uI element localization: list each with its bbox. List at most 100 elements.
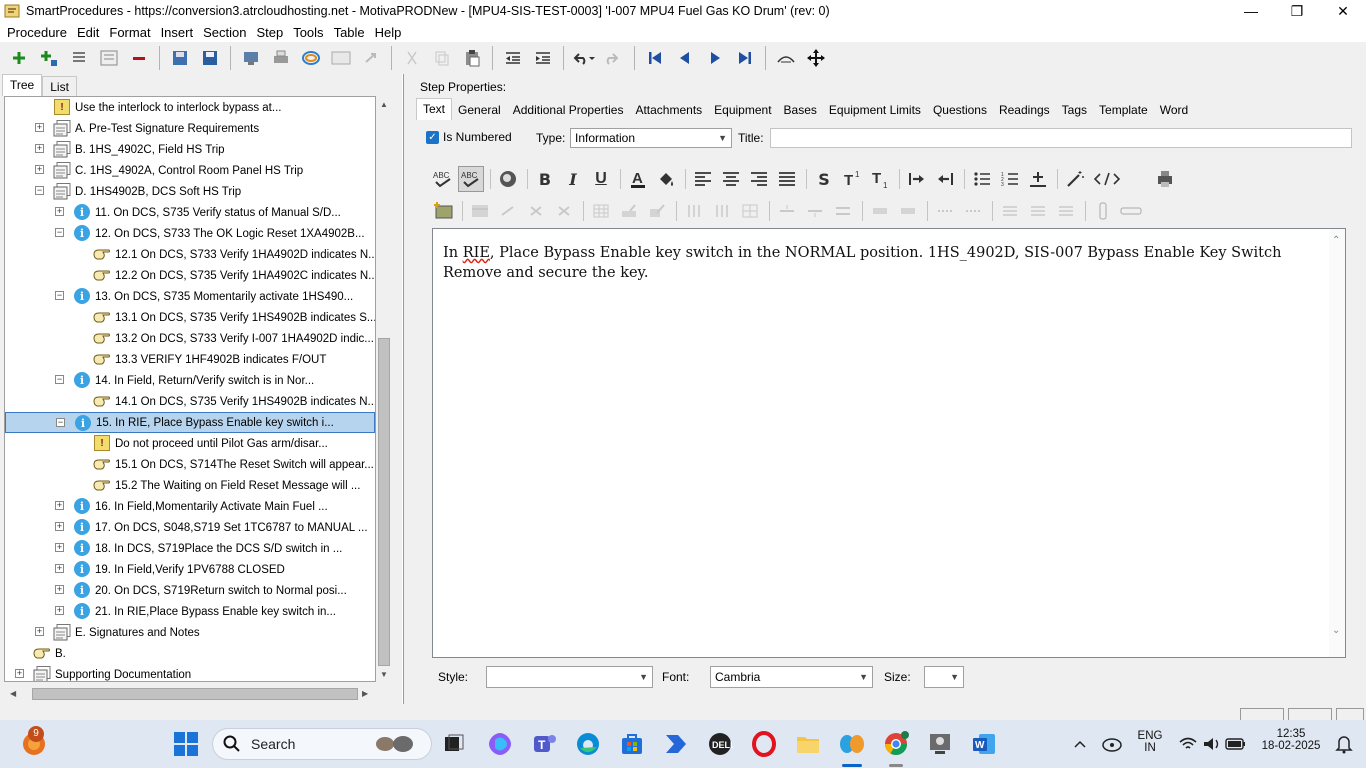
expand-icon[interactable]: +	[35, 165, 44, 174]
border-outer-icon[interactable]	[1053, 198, 1079, 224]
next-icon[interactable]	[704, 47, 726, 69]
list-edit-icon[interactable]	[98, 47, 120, 69]
teams-icon[interactable]: T	[530, 730, 558, 758]
tree-node[interactable]: − D. 1HS4902B, DCS Soft HS Trip	[5, 181, 375, 202]
menu-section[interactable]: Section	[198, 25, 251, 40]
column-spacing-icon[interactable]	[960, 198, 986, 224]
font-select[interactable]: Cambria ▼	[710, 666, 873, 688]
tree-node[interactable]: + i 16. In Field,Momentarily Activate Main…	[5, 496, 375, 517]
table-insert-icon[interactable]	[467, 198, 493, 224]
tree-node[interactable]: + i 11. On DCS, S735 Verify status of Manu…	[5, 202, 375, 223]
collapse-icon[interactable]: −	[55, 375, 64, 384]
insert-column-right-icon[interactable]	[709, 198, 735, 224]
spellcheck-icon[interactable]: ABC	[430, 166, 456, 192]
editor-scrollbar[interactable]: ⌃ ⌄	[1329, 229, 1345, 657]
indent-icon[interactable]	[532, 47, 554, 69]
taskbar-search[interactable]: Search	[212, 728, 432, 760]
chrome-icon[interactable]	[882, 730, 910, 758]
border-inner-icon[interactable]	[1025, 198, 1051, 224]
scroll-thumb[interactable]	[32, 688, 358, 700]
tab-text[interactable]: Text	[416, 98, 453, 120]
tab-equipment-limits[interactable]: Equipment Limits	[823, 100, 927, 120]
tree-horizontal-scrollbar[interactable]: ◀ ▶	[4, 686, 376, 702]
tree-node[interactable]: − i 12. On DCS, S733 The OK Logic Reset 1X…	[5, 223, 375, 244]
maximize-button[interactable]: ❐	[1274, 0, 1320, 22]
collapse-icon[interactable]: −	[55, 291, 64, 300]
task-view-icon[interactable]	[440, 730, 468, 758]
type-select[interactable]: Information ▼	[570, 128, 732, 148]
tree-node[interactable]: + i 17. On DCS, S048,S719 Set 1TC6787 to M…	[5, 517, 375, 538]
tree-node[interactable]: + A. Pre-Test Signature Requirements	[5, 118, 375, 139]
border-all-icon[interactable]	[997, 198, 1023, 224]
tree-node[interactable]: + i 21. In RIE,Place Bypass Enable key swi…	[5, 601, 375, 622]
tree-node[interactable]: + i 18. In DCS, S719Place the DCS S/D swit…	[5, 538, 375, 559]
scroll-left-icon[interactable]: ◀	[10, 689, 16, 698]
table-properties-icon[interactable]	[588, 198, 614, 224]
row-spacing-icon[interactable]	[932, 198, 958, 224]
expand-icon[interactable]: +	[55, 501, 64, 510]
store-icon[interactable]	[618, 730, 646, 758]
menu-format[interactable]: Format	[104, 25, 155, 40]
is-numbered-checkbox[interactable]: ✓ Is Numbered	[426, 130, 512, 144]
tree-node[interactable]: ! Use the interlock to interlock bypass a…	[5, 97, 375, 118]
html-source-icon[interactable]	[1090, 166, 1124, 192]
tree-node[interactable]: + B. 1HS_4902C, Field HS Trip	[5, 139, 375, 160]
tree-node[interactable]: 15.2 The Waiting on Field Reset Message …	[5, 475, 375, 496]
chevron-up-icon[interactable]: ⌃	[1332, 235, 1340, 246]
tree-node[interactable]: 13.1 On DCS, S735 Verify 1HS4902B indica…	[5, 307, 375, 328]
first-icon[interactable]	[644, 47, 666, 69]
vertical-bar-icon[interactable]	[1090, 198, 1116, 224]
undo-icon[interactable]	[573, 47, 595, 69]
redo-arrow-icon[interactable]	[360, 47, 382, 69]
expand-icon[interactable]: +	[35, 144, 44, 153]
collapse-icon[interactable]: −	[56, 418, 65, 427]
tree-node[interactable]: 12.1 On DCS, S733 Verify 1HA4902D indica…	[5, 244, 375, 265]
insert-row-below-icon[interactable]	[802, 198, 828, 224]
tab-bases[interactable]: Bases	[778, 100, 823, 120]
justify-icon[interactable]	[774, 166, 800, 192]
save-icon[interactable]	[199, 47, 221, 69]
cell-edit-icon[interactable]	[644, 198, 670, 224]
cell-properties-icon[interactable]	[616, 198, 642, 224]
smartprocedures-icon[interactable]	[838, 730, 866, 758]
tab-word[interactable]: Word	[1154, 100, 1194, 120]
minimize-button[interactable]: —	[1228, 0, 1274, 22]
tree-node[interactable]: 14.1 On DCS, S735 Verify 1HS4902B indica…	[5, 391, 375, 412]
form-icon[interactable]	[330, 47, 352, 69]
step-text-editor[interactable]: In RIE, Place Bypass Enable key switch i…	[432, 228, 1346, 658]
bulleted-list-icon[interactable]	[969, 166, 995, 192]
refresh-icon[interactable]	[300, 47, 322, 69]
expand-icon[interactable]: +	[55, 564, 64, 573]
power-automate-icon[interactable]	[662, 730, 690, 758]
word-icon[interactable]: W	[970, 730, 998, 758]
start-icon[interactable]	[172, 730, 200, 758]
tree-node[interactable]: 15.1 On DCS, S714The Reset Switch will a…	[5, 454, 375, 475]
cut-icon[interactable]	[401, 47, 423, 69]
subscript-icon[interactable]: T1	[867, 166, 893, 192]
expand-icon[interactable]: +	[35, 123, 44, 132]
delete-column-icon[interactable]	[551, 198, 577, 224]
font-color-icon[interactable]: A	[625, 166, 651, 192]
bold-icon[interactable]: B	[532, 166, 558, 192]
table-delete-icon[interactable]	[495, 198, 521, 224]
style-select[interactable]: ▼	[486, 666, 653, 688]
outdent-icon[interactable]	[502, 47, 524, 69]
add-icon[interactable]	[8, 47, 30, 69]
collapse-icon[interactable]: −	[55, 228, 64, 237]
split-row-icon[interactable]	[830, 198, 856, 224]
size-select[interactable]: ▼	[924, 666, 964, 688]
magic-wand-icon[interactable]	[1062, 166, 1088, 192]
scroll-up-icon[interactable]: ▲	[380, 100, 388, 109]
menu-edit[interactable]: Edit	[72, 25, 104, 40]
insert-column-left-icon[interactable]	[681, 198, 707, 224]
move-icon[interactable]	[805, 47, 827, 69]
delete-row-icon[interactable]	[523, 198, 549, 224]
italic-icon[interactable]: I	[560, 166, 586, 192]
scroll-down-icon[interactable]: ▼	[380, 670, 388, 679]
dell-icon[interactable]: DELL	[706, 730, 734, 758]
menu-help[interactable]: Help	[370, 25, 407, 40]
expand-icon[interactable]: +	[55, 585, 64, 594]
tab-list[interactable]: List	[42, 76, 77, 96]
collapse-icon[interactable]: −	[35, 186, 44, 195]
strikethrough-icon[interactable]: S	[811, 166, 837, 192]
